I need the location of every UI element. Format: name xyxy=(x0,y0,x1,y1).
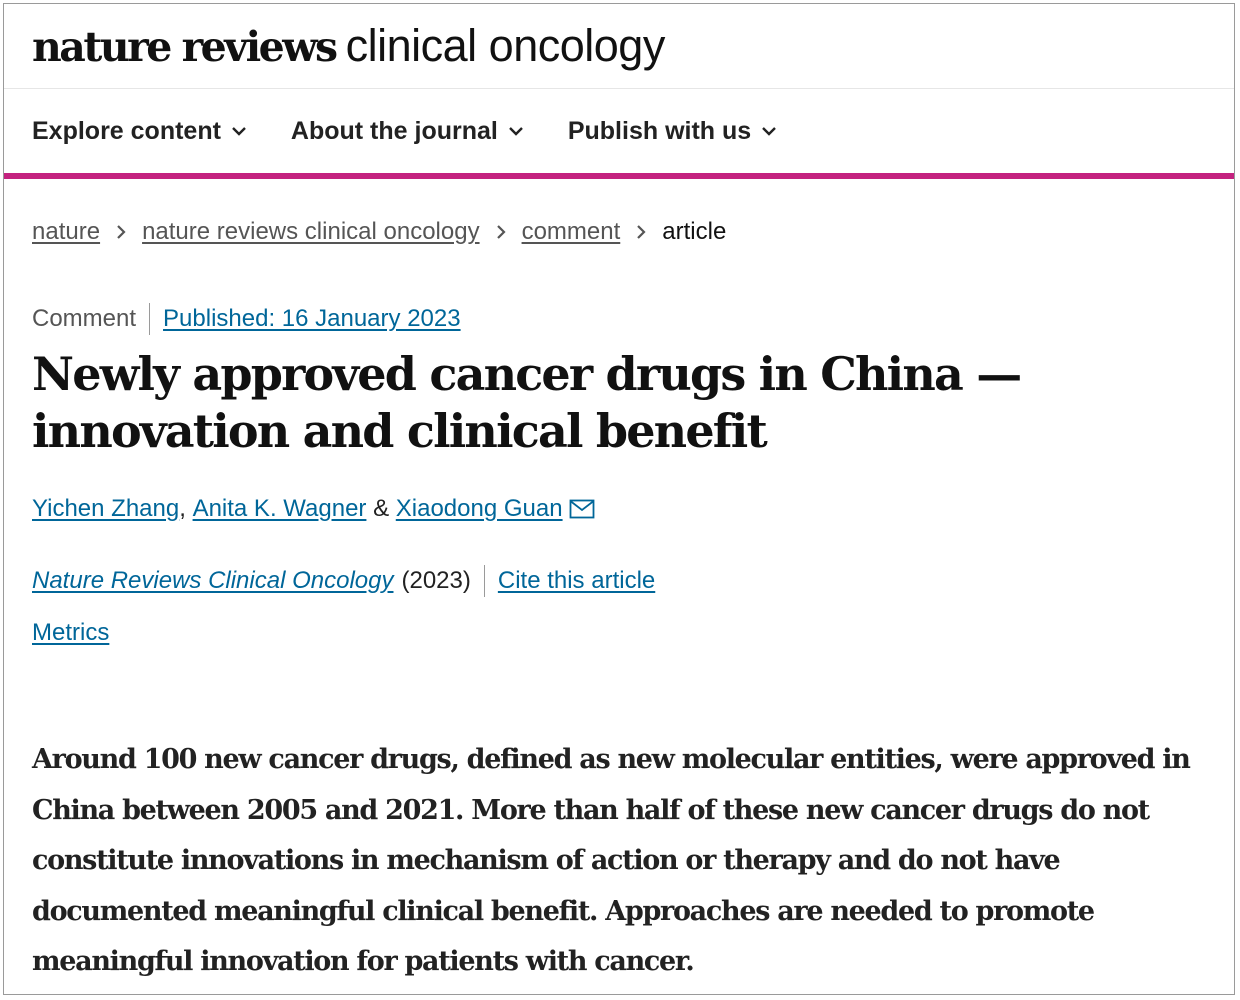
author-link[interactable]: Yichen Zhang xyxy=(32,495,179,523)
nav-item-label: Publish with us xyxy=(567,116,752,145)
chevron-right-icon xyxy=(636,224,646,240)
nav-item-label: Explore content xyxy=(32,116,221,145)
logo-brand-bold: nature reviews xyxy=(32,23,338,71)
author-link[interactable]: Xiaodong Guan xyxy=(396,495,563,523)
author-list: Yichen Zhang, Anita K. Wagner & Xiaodong… xyxy=(4,492,1234,526)
nav-publish-with-us[interactable]: Publish with us xyxy=(568,117,777,146)
article-meta: Comment Published: 16 January 2023 xyxy=(4,302,1234,336)
author-separator: & xyxy=(366,495,396,522)
article-title: Newly approved cancer drugs in China — i… xyxy=(32,347,1022,458)
author-separator: , xyxy=(179,495,193,522)
email-icon[interactable] xyxy=(569,499,595,519)
journal-logo[interactable]: nature reviews clinical oncology xyxy=(32,20,665,72)
breadcrumb-link-nature[interactable]: nature xyxy=(32,218,100,246)
nav-explore-content[interactable]: Explore content xyxy=(32,117,247,146)
meta-divider xyxy=(149,303,151,335)
cite-article-link[interactable]: Cite this article xyxy=(498,567,655,595)
journal-link[interactable]: Nature Reviews Clinical Oncology xyxy=(32,567,393,595)
nav-item-label: About the journal xyxy=(290,116,498,145)
published-date-link[interactable]: Published: 16 January 2023 xyxy=(163,305,461,333)
metrics-link[interactable]: Metrics xyxy=(32,619,109,647)
breadcrumb-current: article xyxy=(662,218,727,245)
chevron-right-icon xyxy=(496,224,506,240)
nav-about-journal[interactable]: About the journal xyxy=(291,117,524,146)
masthead: nature reviews clinical oncology xyxy=(4,4,1234,89)
breadcrumb: nature nature reviews clinical oncology … xyxy=(4,214,1234,250)
chevron-right-icon xyxy=(116,224,126,240)
breadcrumb-link-comment[interactable]: comment xyxy=(522,218,621,246)
logo-brand-light: clinical oncology xyxy=(345,20,666,71)
breadcrumb-link-journal[interactable]: nature reviews clinical oncology xyxy=(142,218,480,246)
publication-year: (2023) xyxy=(401,567,471,594)
chevron-down-icon xyxy=(232,127,246,136)
metrics-row: Metrics xyxy=(4,616,1234,650)
chevron-down-icon xyxy=(508,127,523,136)
article-type-label: Comment xyxy=(32,305,137,332)
citation-row: Nature Reviews Clinical Oncology (2023) … xyxy=(4,564,1234,598)
citation-divider xyxy=(483,565,485,597)
chevron-down-icon xyxy=(762,127,777,136)
page-frame: nature reviews clinical oncology Explore… xyxy=(3,3,1235,995)
article-abstract: Around 100 new cancer drugs, defined as … xyxy=(32,744,1191,977)
main-nav: Explore content About the journal Publis… xyxy=(4,89,1234,179)
author-link[interactable]: Anita K. Wagner xyxy=(193,495,367,523)
